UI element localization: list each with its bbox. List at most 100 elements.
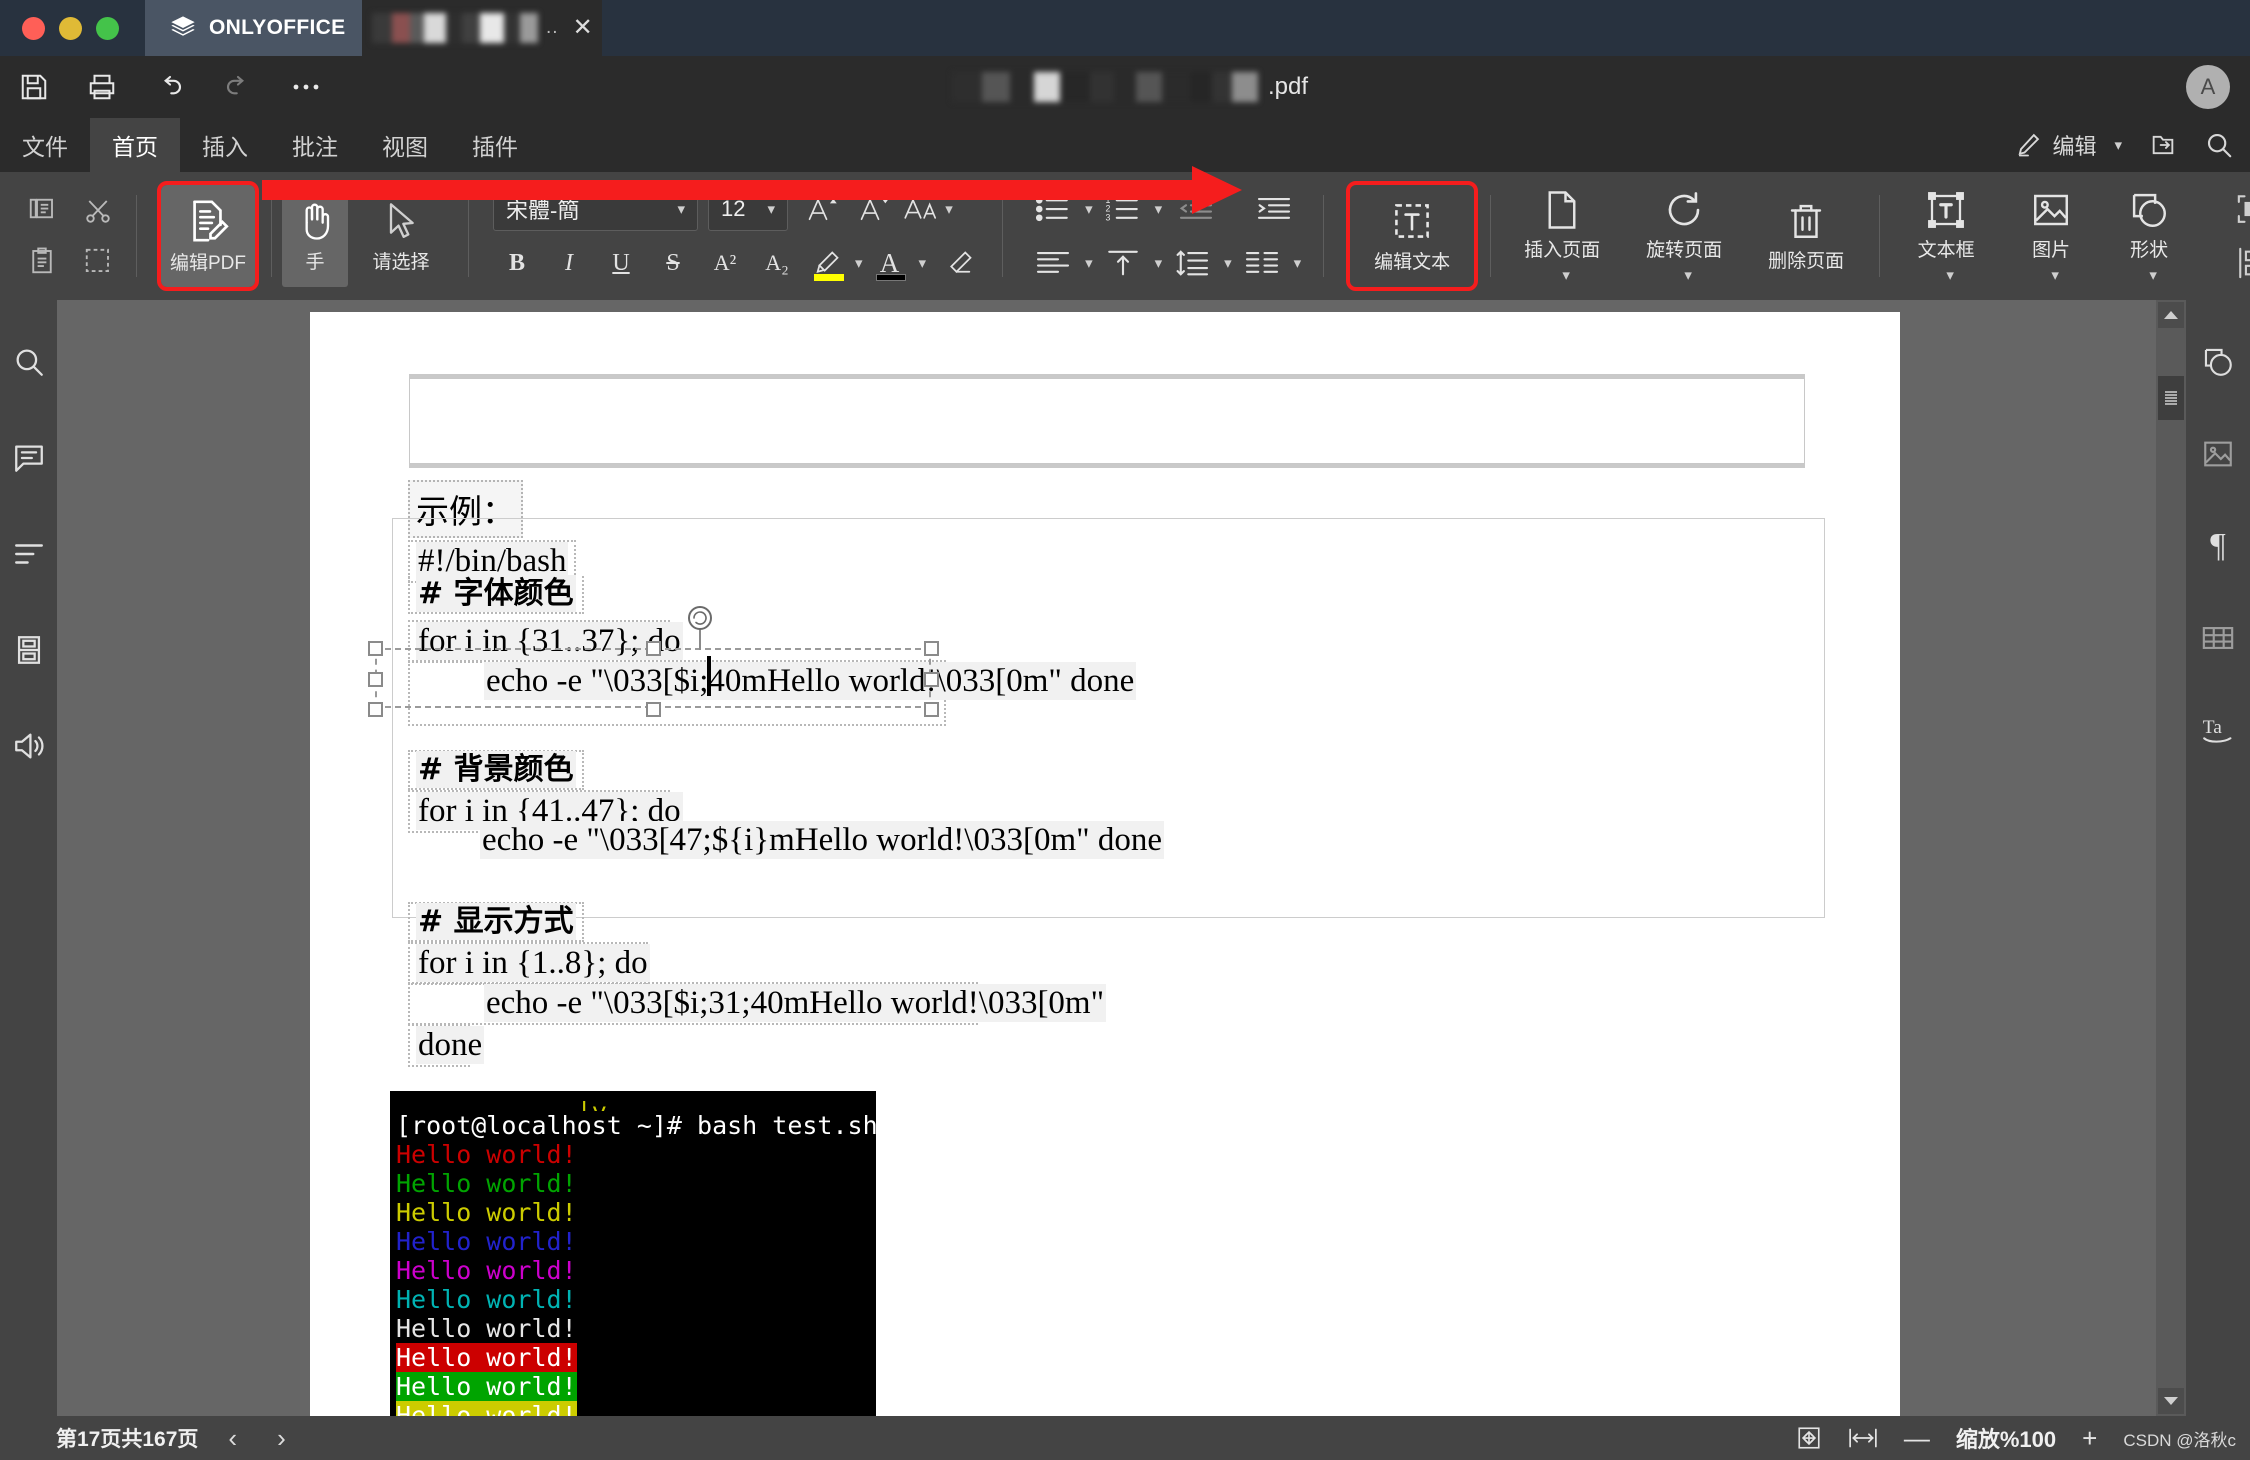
edit-pdf-button[interactable]: 编辑PDF (157, 181, 259, 291)
scrollbar-thumb[interactable] (2158, 376, 2184, 420)
avatar[interactable]: A (2186, 65, 2230, 109)
align-objects-button[interactable] (2226, 241, 2250, 285)
scroll-down-button[interactable] (2158, 1388, 2184, 1414)
resize-handle-ne[interactable] (924, 641, 939, 656)
redo-button[interactable] (204, 59, 272, 115)
font-family-select[interactable]: 宋體-簡 ▾ (493, 187, 698, 231)
chevron-down-icon[interactable]: ▾ (1085, 254, 1093, 272)
chevron-left-icon[interactable]: ‹ (218, 1423, 247, 1454)
sidebar-item-search[interactable] (7, 340, 51, 384)
decrease-indent-button[interactable] (1170, 187, 1222, 231)
resize-handle-se[interactable] (924, 702, 939, 717)
tab-plugins[interactable]: 插件 (450, 118, 540, 172)
chevron-down-icon[interactable]: ▾ (1224, 254, 1232, 272)
fit-page-button[interactable] (1796, 1425, 1822, 1451)
code-line-done[interactable]: done (408, 1024, 485, 1067)
sidebar-item-headings[interactable] (7, 532, 51, 576)
hand-tool-button[interactable]: 手 (282, 185, 348, 287)
undo-button[interactable] (136, 59, 204, 115)
tab-home[interactable]: 首页 (90, 118, 180, 172)
delete-page-button[interactable]: 删除页面 (1745, 185, 1867, 287)
sidebar-item-shape-settings[interactable] (2196, 340, 2240, 384)
increase-indent-button[interactable] (1248, 187, 1300, 231)
bold-button[interactable]: B (493, 241, 541, 285)
font-color-button[interactable]: A (867, 241, 913, 285)
resize-handle-w[interactable] (368, 672, 383, 687)
search-button[interactable] (2204, 130, 2234, 160)
more-options-button[interactable] (272, 59, 340, 115)
zoom-out-button[interactable]: — (1904, 1423, 1930, 1454)
chevron-right-icon[interactable]: › (267, 1423, 296, 1454)
line-spacing-button[interactable] (1166, 241, 1218, 285)
pdf-page[interactable]: 示例： #!/bin/bash # 字体颜色 for i in {31..37}… (310, 312, 1900, 1416)
numbered-list-button[interactable]: 1 2 3 (1097, 187, 1149, 231)
chevron-down-icon[interactable]: ▾ (1155, 254, 1163, 272)
sidebar-item-thumbnails[interactable] (7, 628, 51, 672)
rotate-handle[interactable] (688, 606, 712, 630)
insert-page-button[interactable]: 插入页面 ▾ (1501, 185, 1623, 287)
close-document-tab-icon[interactable]: ✕ (573, 16, 593, 40)
select-tool-button[interactable]: 请选择 (348, 185, 454, 287)
chevron-down-icon[interactable]: ▾ (855, 254, 863, 272)
decrease-font-size-button[interactable] (850, 187, 898, 231)
sidebar-item-table-settings[interactable] (2196, 616, 2240, 660)
cut-button[interactable] (72, 188, 124, 234)
save-button[interactable] (0, 59, 68, 115)
chevron-down-icon[interactable]: ▾ (1562, 266, 1570, 284)
code-line-bg-color-comment[interactable]: # 背景颜色 (408, 750, 584, 790)
document-viewport[interactable]: 示例： #!/bin/bash # 字体颜色 for i in {31..37}… (57, 300, 2186, 1416)
sidebar-item-image-settings[interactable] (2196, 432, 2240, 476)
chevron-down-icon[interactable]: ▾ (1684, 266, 1692, 284)
app-brand-tab[interactable]: ONLYOFFICE (145, 0, 362, 56)
increase-font-size-button[interactable] (798, 187, 846, 231)
vertical-align-button[interactable] (1097, 241, 1149, 285)
resize-handle-e[interactable] (924, 672, 939, 687)
chevron-down-icon[interactable]: ▾ (2149, 266, 2157, 284)
italic-button[interactable]: I (545, 241, 593, 285)
bullet-list-button[interactable] (1027, 187, 1079, 231)
insert-image-button[interactable]: 图片 ▾ (2002, 185, 2100, 287)
chevron-down-icon[interactable]: ▾ (1155, 200, 1163, 218)
header-placeholder-box[interactable] (409, 378, 1805, 464)
chevron-down-icon[interactable]: ▾ (1085, 200, 1093, 218)
vertical-scrollbar[interactable] (2156, 300, 2186, 1416)
arrange-objects-button[interactable] (2226, 187, 2250, 231)
clear-formatting-button[interactable] (936, 241, 984, 285)
copy-button[interactable] (16, 188, 68, 234)
chevron-down-icon[interactable]: ▾ (1294, 254, 1302, 272)
chevron-down-icon[interactable]: ▾ (1946, 266, 1954, 284)
resize-handle-sw[interactable] (368, 702, 383, 717)
highlight-color-button[interactable] (805, 241, 849, 285)
tab-file[interactable]: 文件 (0, 118, 90, 172)
print-button[interactable] (68, 59, 136, 115)
scroll-up-button[interactable] (2158, 302, 2184, 328)
columns-button[interactable] (1236, 241, 1288, 285)
tab-comment[interactable]: 批注 (270, 118, 360, 172)
text-box-button[interactable]: 文本框 ▾ (1890, 185, 2002, 287)
open-file-location-button[interactable] (2148, 131, 2178, 159)
align-button[interactable] (1027, 241, 1079, 285)
sidebar-item-paragraph-settings[interactable]: ¶ (2196, 524, 2240, 568)
document-tab[interactable]: .. ✕ (362, 0, 602, 56)
edit-mode-button[interactable]: 编辑 ▾ (2014, 129, 2122, 161)
code-line-echo-display[interactable]: echo -e "\033[$i;31;40mHello world!\033[… (408, 982, 1107, 1025)
minimize-window-button[interactable] (59, 16, 82, 40)
insert-shape-button[interactable]: 形状 ▾ (2100, 185, 2198, 287)
selected-text-box[interactable] (368, 606, 939, 717)
selected-textbox-content[interactable]: echo -e "\033[47;${i}mHello world!\033[0… (480, 821, 1164, 859)
zoom-in-button[interactable]: + (2082, 1423, 2097, 1454)
paste-button[interactable] (16, 238, 68, 284)
strikethrough-button[interactable]: S (649, 241, 697, 285)
fit-width-button[interactable] (1848, 1426, 1878, 1450)
sidebar-item-text-art-settings[interactable]: Ta (2196, 708, 2240, 752)
chevron-down-icon[interactable]: ▾ (919, 254, 927, 272)
chevron-down-icon[interactable]: ▾ (945, 200, 953, 218)
chevron-down-icon[interactable]: ▾ (2051, 266, 2059, 284)
underline-button[interactable]: U (597, 241, 645, 285)
resize-handle-s[interactable] (646, 702, 661, 717)
code-line-display-mode-comment[interactable]: # 显示方式 (408, 902, 584, 942)
superscript-button[interactable]: A² (701, 241, 749, 285)
tab-view[interactable]: 视图 (360, 118, 450, 172)
maximize-window-button[interactable] (96, 16, 119, 40)
resize-handle-nw[interactable] (368, 641, 383, 656)
